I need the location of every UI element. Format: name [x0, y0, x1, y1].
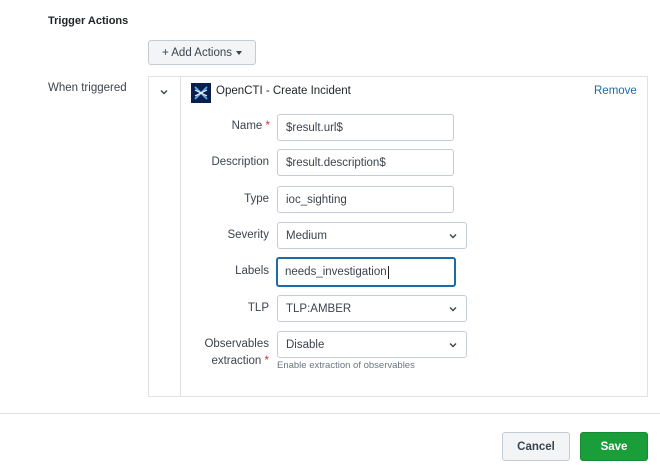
- chevron-down-icon: [449, 342, 457, 347]
- labels-label: Labels: [235, 265, 269, 277]
- type-input[interactable]: ioc_sighting: [277, 186, 454, 213]
- labels-input[interactable]: needs_investigation: [276, 257, 456, 287]
- chevron-down-icon: [449, 233, 457, 238]
- description-value: $result.description$: [286, 156, 386, 169]
- cancel-button[interactable]: Cancel: [502, 432, 570, 461]
- description-input[interactable]: $result.description$: [277, 149, 454, 176]
- remove-link[interactable]: Remove: [594, 85, 637, 97]
- opencti-logo-icon: [191, 83, 211, 103]
- severity-value: Medium: [286, 229, 327, 242]
- section-title: Trigger Actions: [48, 15, 129, 27]
- observables-select[interactable]: Disable: [277, 331, 467, 358]
- required-mark: *: [265, 120, 270, 132]
- required-mark: *: [264, 355, 269, 367]
- name-label: Name *: [200, 120, 270, 132]
- tlp-label: TLP: [247, 302, 269, 314]
- name-label-text: Name: [231, 120, 263, 132]
- name-value: $result.url$: [286, 121, 343, 134]
- caret-down-icon: [236, 51, 242, 55]
- observables-label-line1: Observables: [204, 338, 269, 350]
- chevron-down-icon: [449, 306, 457, 311]
- labels-value: needs_investigation: [285, 266, 387, 278]
- type-value: ioc_sighting: [286, 193, 347, 206]
- tlp-value: TLP:AMBER: [286, 302, 352, 315]
- observables-value: Disable: [286, 338, 325, 351]
- footer-divider: [0, 413, 660, 414]
- observables-help-text: Enable extraction of observables: [277, 360, 415, 371]
- observables-label-line2: extraction: [211, 355, 262, 367]
- name-input[interactable]: $result.url$: [277, 114, 454, 141]
- when-triggered-label: When triggered: [48, 82, 127, 94]
- severity-label: Severity: [227, 229, 269, 241]
- text-cursor: [387, 265, 389, 279]
- description-label: Description: [211, 156, 269, 168]
- severity-select[interactable]: Medium: [277, 222, 467, 249]
- collapse-toggle[interactable]: [158, 86, 170, 98]
- add-actions-label: + Add Actions: [161, 46, 232, 59]
- tlp-select[interactable]: TLP:AMBER: [277, 295, 467, 322]
- type-label: Type: [244, 193, 269, 205]
- save-button[interactable]: Save: [580, 432, 648, 461]
- observables-label: Observables extraction *: [180, 336, 269, 370]
- chevron-down-icon: [160, 90, 168, 95]
- action-title: OpenCTI - Create Incident: [216, 85, 351, 97]
- add-actions-button[interactable]: + Add Actions: [148, 40, 256, 65]
